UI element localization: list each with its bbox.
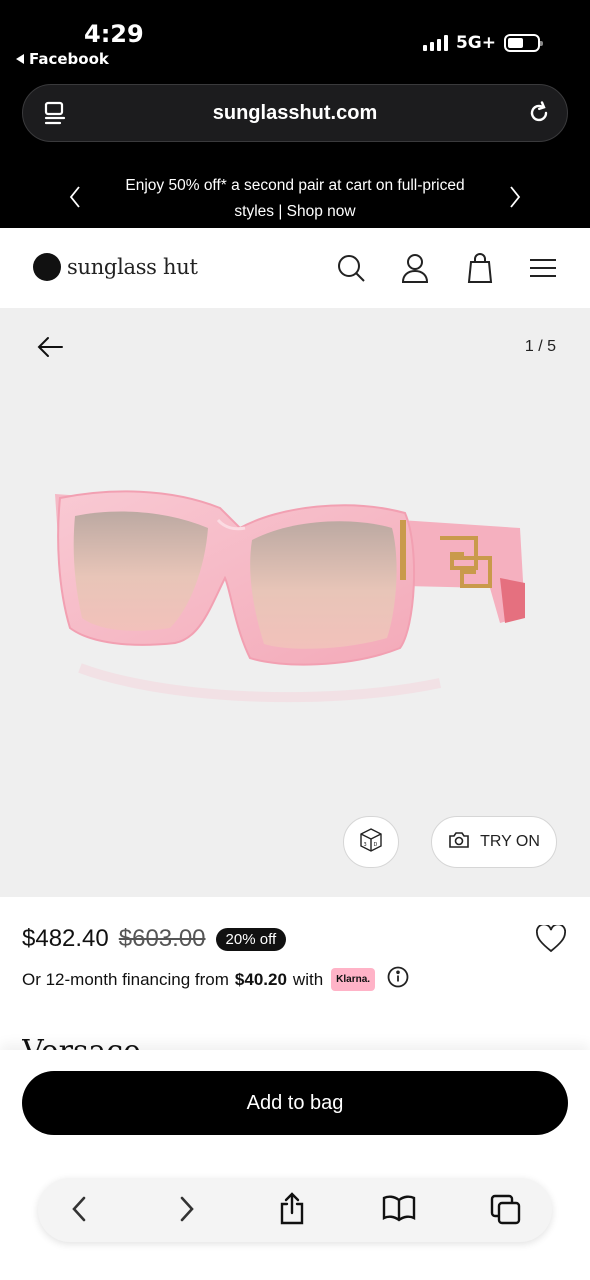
url-bar[interactable]: sunglasshut.com [22, 84, 568, 142]
heart-icon[interactable] [535, 923, 567, 958]
financing-row: Or 12-month financing from $40.20 with K… [22, 966, 409, 993]
cube-3d-icon: 3 D [360, 827, 382, 857]
share-icon[interactable] [278, 1192, 306, 1231]
add-to-bag-button[interactable]: Add to bag [22, 1071, 568, 1135]
forward-icon[interactable] [176, 1194, 198, 1229]
try-on-label: TRY ON [480, 833, 540, 850]
chevron-left-icon[interactable] [68, 185, 82, 214]
current-price: $482.40 [22, 925, 109, 952]
product-image-sunglasses [20, 458, 540, 743]
url-text: sunglasshut.com [212, 101, 378, 124]
promo-text[interactable]: Enjoy 50% off* a second pair at cart on … [110, 173, 480, 225]
account-icon[interactable] [401, 252, 429, 289]
klarna-logo: Klarna. [331, 968, 376, 991]
site-logo[interactable]: sunglass hut [33, 253, 198, 281]
back-icon[interactable] [68, 1194, 90, 1229]
logo-text: sunglass hut [67, 255, 198, 279]
chevron-right-icon[interactable] [508, 185, 522, 214]
brand-name: Versace [22, 1034, 141, 1052]
camera-icon [448, 831, 470, 854]
financing-suffix: with [292, 969, 324, 989]
bookmarks-icon[interactable] [382, 1194, 416, 1227]
image-counter: 1 / 5 [524, 338, 556, 355]
network-label: 5G+ [455, 33, 496, 53]
battery-icon [504, 34, 543, 52]
browser-chrome: 4:29 Facebook 5G+ sunglasshut.com Enjoy … [0, 0, 590, 228]
signal-icon [422, 35, 448, 51]
promo-banner: Enjoy 50% off* a second pair at cart on … [0, 168, 590, 228]
safari-bottom-bar [0, 1158, 590, 1280]
safari-toolbar [38, 1178, 552, 1242]
status-time: 4:29 [84, 20, 144, 48]
svg-text:D: D [374, 842, 378, 848]
tabs-icon[interactable] [490, 1194, 522, 1231]
bag-icon[interactable] [467, 252, 493, 289]
price-row: $482.40 $603.00 20% off [22, 925, 287, 953]
view-3d-button[interactable]: 3 D [343, 816, 399, 868]
financing-amount: $40.20 [234, 969, 287, 989]
discount-badge: 20% off [215, 927, 287, 951]
info-icon[interactable] [387, 966, 409, 993]
try-on-button[interactable]: TRY ON [431, 816, 557, 868]
original-price: $603.00 [118, 925, 206, 952]
financing-prefix: Or 12-month financing from [22, 969, 229, 989]
reader-view-icon[interactable] [43, 101, 67, 132]
svg-text:3: 3 [364, 842, 367, 848]
logo-dot [33, 253, 61, 281]
back-to-app-link[interactable]: Facebook [16, 50, 109, 68]
arrow-left-icon[interactable] [36, 335, 64, 364]
site-header: sunglass hut [0, 228, 590, 308]
product-gallery[interactable]: 1 / 5 3 D TRY ON [0, 308, 590, 897]
back-triangle-icon [16, 54, 24, 64]
back-app-label: Facebook [29, 50, 109, 68]
menu-icon[interactable] [530, 258, 556, 283]
search-icon[interactable] [336, 252, 366, 289]
status-indicators: 5G+ [422, 33, 543, 53]
sticky-cta-bar: Add to bag [0, 1050, 590, 1158]
reload-icon[interactable] [525, 99, 553, 132]
